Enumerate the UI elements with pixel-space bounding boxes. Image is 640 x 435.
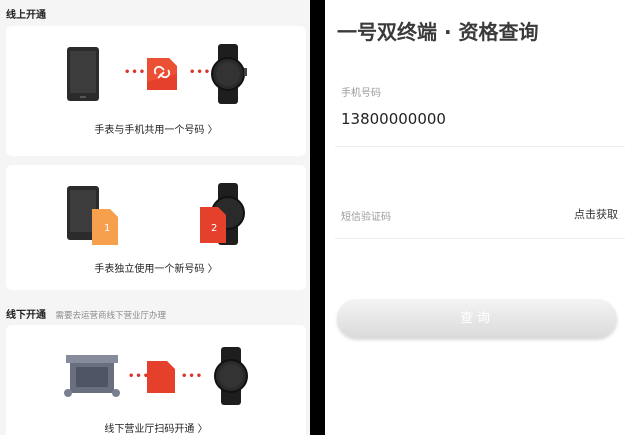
open-service-panel: 线上开通 ••• ••• 手表与手机共用一个号码 〉 1 2 手表独立使用一个新… xyxy=(0,0,310,435)
shared-number-card[interactable]: ••• ••• 手表与手机共用一个号码 〉 xyxy=(6,26,306,156)
phone-with-sim-icon xyxy=(67,186,118,245)
connector-dots: ••• xyxy=(181,371,204,382)
watch-with-sim-icon xyxy=(200,183,245,245)
get-code-button[interactable]: 点击获取 xyxy=(574,206,618,222)
sim-badge-2: 2 xyxy=(211,223,218,234)
qualification-query-panel: 一号双终端 · 资格查询 手机号码 13800000000 短信验证码 点击获取… xyxy=(325,0,640,435)
watch-icon xyxy=(211,44,247,104)
connector-dots: ••• xyxy=(124,67,147,78)
chevron-right-icon: 〉 xyxy=(207,264,218,275)
link-icon xyxy=(147,58,177,90)
shared-number-label: 手表与手机共用一个号码 〉 xyxy=(94,125,218,136)
chevron-right-icon: 〉 xyxy=(207,125,218,136)
new-number-card[interactable]: 1 2 手表独立使用一个新号码 〉 xyxy=(6,165,306,290)
offline-store-label: 线下营业厅扫码开通 〉 xyxy=(104,424,208,435)
query-button[interactable]: 查询 xyxy=(337,299,617,338)
new-number-label: 手表独立使用一个新号码 〉 xyxy=(94,264,218,275)
divider xyxy=(335,146,625,147)
watch-icon xyxy=(214,347,248,405)
phone-label: 手机号码 xyxy=(341,88,381,99)
divider xyxy=(335,238,625,239)
offline-store-card[interactable]: ••• ••• 线下营业厅扫码开通 〉 xyxy=(6,325,306,435)
offline-section-title: 线下开通 需要去运营商线下营业厅办理 xyxy=(6,310,166,321)
sms-code-input[interactable]: 短信验证码 xyxy=(341,208,391,223)
page-title: 一号双终端 · 资格查询 xyxy=(337,20,539,44)
document-icon xyxy=(147,361,175,393)
phone-icon xyxy=(67,47,99,101)
store-icon xyxy=(64,355,120,397)
chevron-right-icon: 〉 xyxy=(197,424,208,435)
online-section-title: 线上开通 xyxy=(6,10,46,21)
sim-badge-1: 1 xyxy=(104,223,111,234)
phone-input[interactable]: 13800000000 xyxy=(341,110,446,128)
